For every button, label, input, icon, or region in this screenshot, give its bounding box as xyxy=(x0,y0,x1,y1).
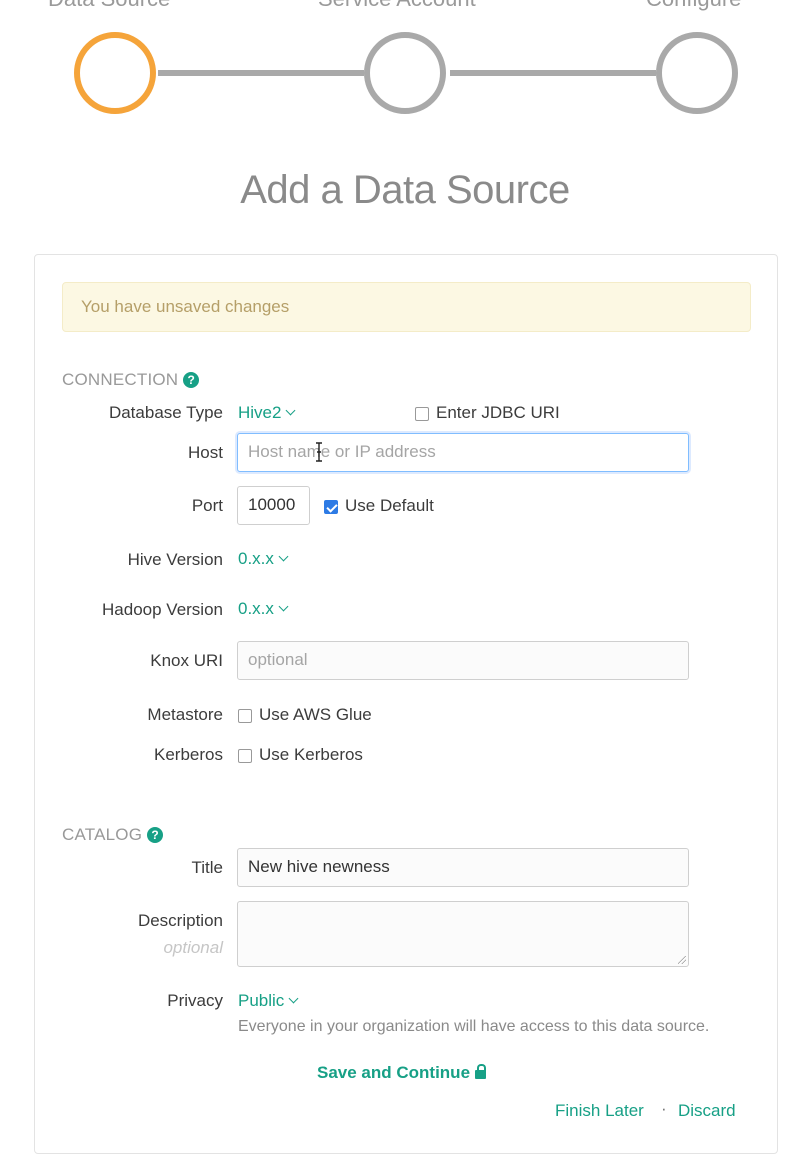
save-and-continue-button[interactable]: Save and Continue xyxy=(317,1063,487,1083)
description-textarea[interactable] xyxy=(237,901,689,967)
catalog-heading-text: CATALOG xyxy=(62,825,143,844)
database-type-label: Database Type xyxy=(108,403,223,422)
port-label: Port xyxy=(191,496,223,515)
hive-version-dropdown[interactable]: 0.x.x xyxy=(238,549,289,569)
step-connector xyxy=(158,70,364,76)
privacy-value: Public xyxy=(238,991,285,1010)
hive-version-value: 0.x.x xyxy=(238,549,274,568)
chevron-down-icon xyxy=(288,993,299,1004)
database-type-dropdown[interactable]: Hive2 xyxy=(238,403,296,423)
use-default-label[interactable]: Use Default xyxy=(345,496,434,516)
jdbc-uri-checkbox[interactable] xyxy=(415,407,429,421)
metastore-label: Metastore xyxy=(147,705,223,724)
page-title: Add a Data Source xyxy=(240,168,570,212)
question-circle-icon[interactable]: ? xyxy=(147,827,164,843)
connection-heading: CONNECTION? xyxy=(62,370,200,390)
host-input[interactable]: Host name or IP address xyxy=(237,433,689,472)
connection-heading-text: CONNECTION xyxy=(62,370,179,389)
lock-icon xyxy=(475,1064,487,1079)
description-label: Description xyxy=(137,911,223,930)
step-label-data-source: Data Source xyxy=(48,0,170,12)
text-cursor-icon xyxy=(316,442,322,462)
aws-glue-label[interactable]: Use AWS Glue xyxy=(259,705,372,725)
port-input[interactable]: 10000 xyxy=(237,486,310,525)
kerberos-option-label[interactable]: Use Kerberos xyxy=(259,745,363,765)
catalog-heading: CATALOG? xyxy=(62,825,164,845)
privacy-label: Privacy xyxy=(167,991,223,1010)
aws-glue-checkbox[interactable] xyxy=(238,709,252,723)
hadoop-version-label: Hadoop Version xyxy=(102,600,223,619)
privacy-dropdown[interactable]: Public xyxy=(238,991,299,1011)
chevron-down-icon xyxy=(278,601,289,612)
hadoop-version-value: 0.x.x xyxy=(238,599,274,618)
knox-uri-label: Knox URI xyxy=(150,651,223,670)
step-label-service-account: Service Account xyxy=(318,0,476,12)
hive-version-label: Hive Version xyxy=(127,550,223,569)
step-configure-circle[interactable] xyxy=(656,32,738,114)
step-label-configure: Configure xyxy=(646,0,741,12)
knox-uri-input[interactable]: optional xyxy=(237,641,689,680)
knox-uri-placeholder: optional xyxy=(248,650,308,669)
privacy-note: Everyone in your organization will have … xyxy=(238,1018,710,1035)
hadoop-version-dropdown[interactable]: 0.x.x xyxy=(238,599,289,619)
step-data-source-circle[interactable] xyxy=(74,32,156,114)
title-label: Title xyxy=(191,858,224,877)
host-placeholder: Host name or IP address xyxy=(248,442,436,461)
step-service-account-circle[interactable] xyxy=(364,32,446,114)
stepper: Data Source Service Account Configure xyxy=(0,0,810,130)
port-value: 10000 xyxy=(248,495,296,514)
unsaved-changes-alert: You have unsaved changes xyxy=(62,282,751,332)
finish-later-link[interactable]: Finish Later xyxy=(555,1101,644,1121)
title-input[interactable]: New hive newness xyxy=(237,848,689,887)
step-connector xyxy=(450,70,656,76)
kerberos-checkbox[interactable] xyxy=(238,749,252,763)
description-optional-hint: optional xyxy=(163,938,223,957)
host-label: Host xyxy=(188,443,223,462)
database-type-value: Hive2 xyxy=(238,403,282,422)
question-circle-icon[interactable]: ? xyxy=(183,372,200,388)
chevron-down-icon xyxy=(286,405,296,416)
kerberos-label: Kerberos xyxy=(154,745,223,764)
resize-handle-icon[interactable] xyxy=(678,956,686,964)
use-default-checkbox[interactable] xyxy=(324,500,338,514)
jdbc-uri-label[interactable]: Enter JDBC URI xyxy=(436,403,560,423)
action-separator: · xyxy=(661,1099,667,1118)
save-and-continue-label: Save and Continue xyxy=(317,1063,471,1082)
discard-link[interactable]: Discard xyxy=(678,1101,736,1121)
title-value: New hive newness xyxy=(248,857,390,876)
chevron-down-icon xyxy=(278,551,289,562)
